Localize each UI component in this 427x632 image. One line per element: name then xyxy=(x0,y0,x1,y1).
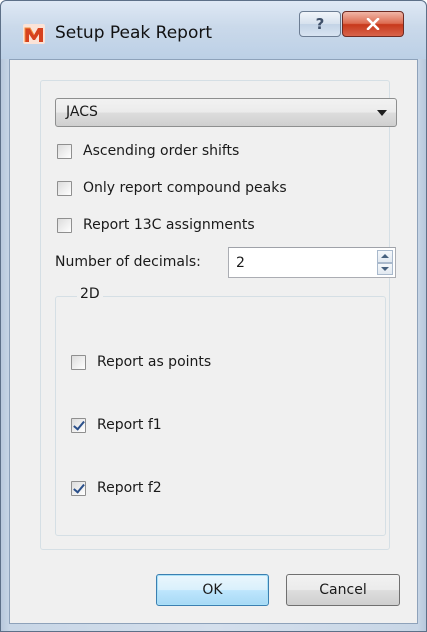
decimals-label: Number of decimals: xyxy=(55,254,201,270)
title-bar[interactable]: Setup Peak Report ? xyxy=(1,1,426,59)
spin-buttons xyxy=(377,250,393,275)
dialog-window: Setup Peak Report ? JACS Ascending order… xyxy=(0,0,427,632)
ascending-order-label: Ascending order shifts xyxy=(83,143,240,159)
ok-button[interactable]: OK xyxy=(156,574,269,606)
report-as-points-label: Report as points xyxy=(97,354,212,370)
compound-peaks-option[interactable]: Only report compound peaks xyxy=(57,178,287,198)
app-logo-icon xyxy=(23,24,45,44)
report-f2-checkbox[interactable] xyxy=(71,480,86,496)
report-f1-label: Report f1 xyxy=(97,417,162,433)
report-13c-checkbox[interactable] xyxy=(57,217,72,233)
ascending-order-option[interactable]: Ascending order shifts xyxy=(57,141,239,161)
window-title: Setup Peak Report xyxy=(55,23,213,43)
group-2d-title: 2D xyxy=(77,286,103,302)
decimals-spinbox[interactable]: 2 xyxy=(228,247,396,278)
spin-up-arrow-icon[interactable] xyxy=(377,250,393,263)
close-icon xyxy=(366,18,380,30)
decimals-value: 2 xyxy=(236,255,245,271)
report-as-points-option[interactable]: Report as points xyxy=(71,352,211,372)
compound-peaks-checkbox[interactable] xyxy=(57,180,72,196)
report-f1-checkbox[interactable] xyxy=(71,417,86,433)
report-13c-option[interactable]: Report 13C assignments xyxy=(57,215,255,235)
dialog-content: JACS Ascending order shifts Only report … xyxy=(9,59,418,624)
ascending-order-checkbox[interactable] xyxy=(57,143,72,159)
report-as-points-checkbox[interactable] xyxy=(71,354,86,370)
report-format-value: JACS xyxy=(66,104,98,120)
cancel-button[interactable]: Cancel xyxy=(286,574,400,606)
question-icon: ? xyxy=(315,15,325,33)
report-format-dropdown[interactable]: JACS xyxy=(55,98,397,127)
spin-down-arrow-icon[interactable] xyxy=(377,262,393,275)
close-button[interactable] xyxy=(342,11,404,37)
chevron-down-icon xyxy=(377,110,387,116)
report-13c-label: Report 13C assignments xyxy=(83,217,255,233)
help-button[interactable]: ? xyxy=(299,11,341,37)
report-f2-label: Report f2 xyxy=(97,480,162,496)
report-f1-option[interactable]: Report f1 xyxy=(71,415,162,435)
compound-peaks-label: Only report compound peaks xyxy=(83,180,287,196)
report-f2-option[interactable]: Report f2 xyxy=(71,478,162,498)
